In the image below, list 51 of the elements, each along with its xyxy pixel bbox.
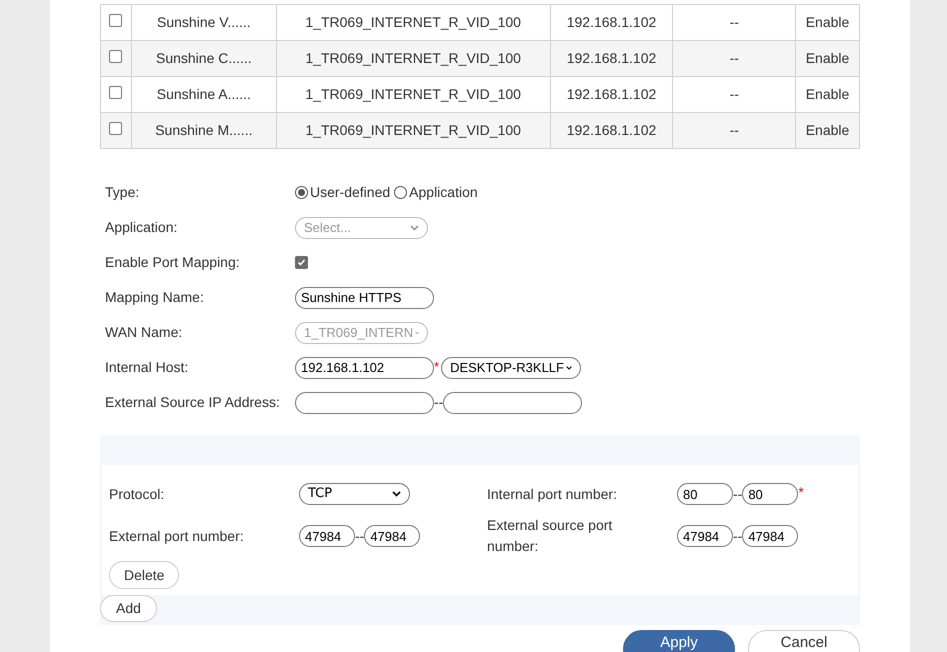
mapping-name-field[interactable]: Sunshine HTTPS <box>295 286 434 308</box>
required-mark: * <box>798 483 804 502</box>
device-select[interactable]: DESKTOP-R3KLLF <box>441 356 582 378</box>
field-label: External port number: <box>109 526 245 546</box>
field-label: Internal Host: <box>105 358 190 377</box>
checkbox[interactable] <box>109 86 122 99</box>
field-label: External source port number: <box>487 516 614 556</box>
separator: -- <box>733 484 742 504</box>
field-label: Protocol: <box>109 484 166 504</box>
protocol-select[interactable]: TCP <box>299 483 410 505</box>
table-cell: Sunshine V...... <box>131 4 276 40</box>
table-cell: 192.168.1.102 <box>550 112 673 148</box>
chevron-icon <box>392 491 401 497</box>
field-label: Internal port number: <box>487 484 618 504</box>
field-label: Type: <box>105 183 140 202</box>
field-label: WAN Name: <box>105 323 184 342</box>
table-cell: 1_TR069_INTERNET_R_VID_100 <box>276 112 550 148</box>
chevron-icon <box>566 364 572 370</box>
port-start-field[interactable]: 80 <box>677 483 733 505</box>
port-end-field[interactable]: 47984 <box>364 525 420 547</box>
cancel-button[interactable]: Cancel <box>748 630 860 652</box>
field-label: External Source IP Address: <box>105 393 281 412</box>
checkbox[interactable] <box>109 50 122 63</box>
apply-button[interactable]: Apply <box>623 630 735 652</box>
table-cell: Enable <box>796 112 860 148</box>
port-start-field[interactable]: 47984 <box>299 525 355 547</box>
required-mark: * <box>434 358 440 376</box>
ip-start-field[interactable] <box>295 392 434 414</box>
field-label: Enable Port Mapping: <box>105 253 241 272</box>
checkbox[interactable] <box>109 122 122 135</box>
separator: -- <box>434 393 444 412</box>
field-label: Application: <box>105 218 178 237</box>
ip-end-field[interactable] <box>443 392 582 414</box>
port-end-field[interactable]: 80 <box>742 483 798 505</box>
port-end-field[interactable]: 47984 <box>742 525 798 547</box>
add-button[interactable]: Add <box>100 595 157 622</box>
checkbox[interactable] <box>109 14 122 27</box>
chevron-icon <box>410 224 419 230</box>
port-start-field[interactable]: 47984 <box>677 525 733 547</box>
internal-host-field[interactable]: 192.168.1.102 <box>295 356 434 378</box>
table-cell: Sunshine M...... <box>131 112 276 148</box>
separator: -- <box>733 526 742 546</box>
checkbox[interactable] <box>295 256 308 269</box>
table-cell: -- <box>672 112 796 148</box>
delete-button[interactable]: Delete <box>109 561 180 589</box>
check-icon <box>297 258 306 267</box>
table-cell: 1_TR069_INTERNET_R_VID_100 <box>276 4 550 40</box>
separator: -- <box>355 526 364 546</box>
radio-option[interactable]: User-defined <box>295 182 390 203</box>
field-label: Mapping Name: <box>105 288 205 307</box>
radio-option[interactable]: Application <box>394 182 478 203</box>
